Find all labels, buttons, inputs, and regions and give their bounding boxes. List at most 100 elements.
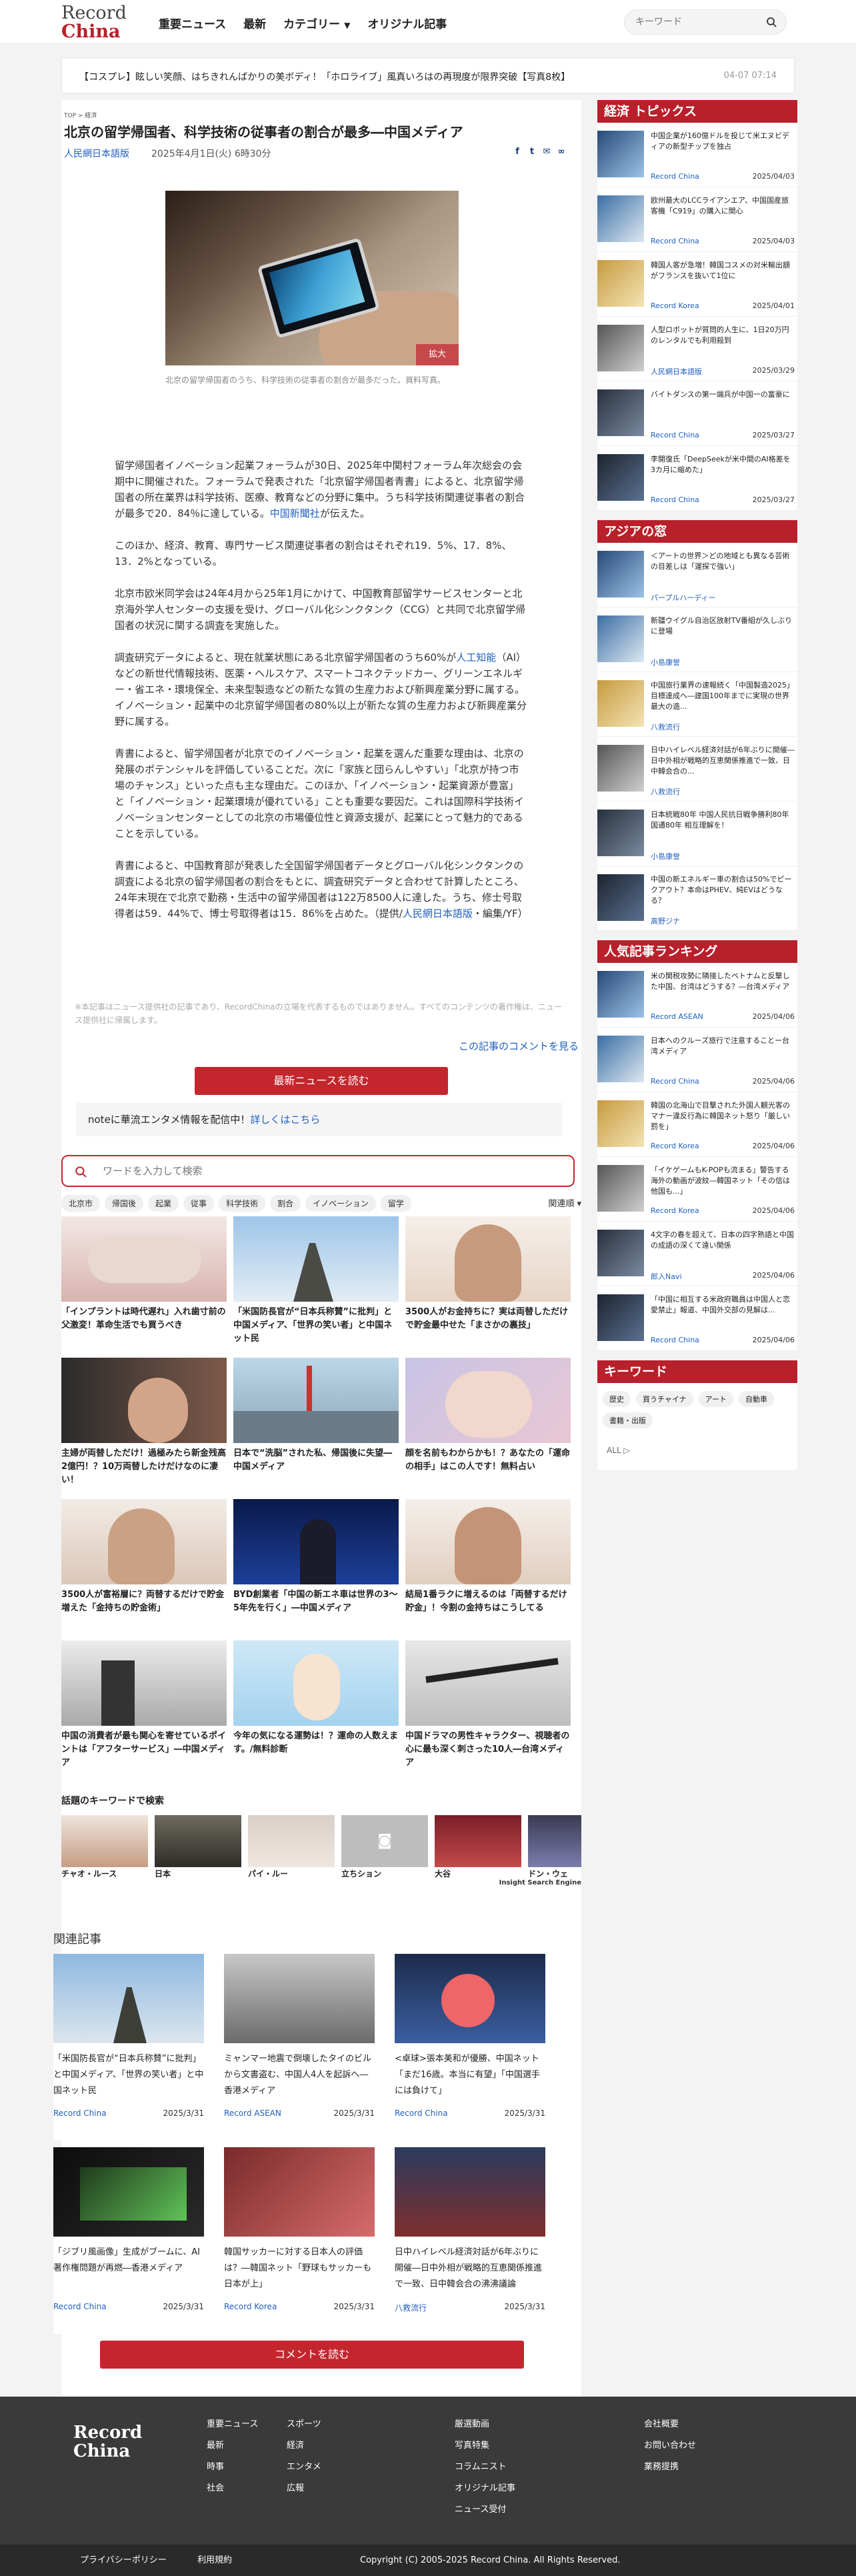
nav-original[interactable]: オリジナル記事 xyxy=(367,15,447,31)
header-search-input[interactable] xyxy=(625,10,751,34)
sidebar-item[interactable]: ＜アートの世界＞どの地域とも異なる芸術の目差しは「運探で強い」 パープルハーディー xyxy=(597,543,797,607)
sidebar-item[interactable]: 中国の新エネルギー車の割合は50%でピークアウト？本命はPHEV、純EVはどうな… xyxy=(597,866,797,931)
facebook-icon[interactable]: f xyxy=(512,147,523,157)
keyword-all-link[interactable]: ALL ▷ xyxy=(607,1446,630,1455)
related-card[interactable]: 韓国サッカーに対する日本人の評価は？―韓国ネット「野球もサッカーも日本が上」 Re… xyxy=(224,2147,375,2334)
source-link[interactable]: 中国新聞社 xyxy=(270,507,320,519)
widget-search-input[interactable] xyxy=(63,1156,529,1186)
source-link[interactable]: 人民網日本語版 xyxy=(403,908,473,920)
footer-link[interactable]: 広報 xyxy=(287,2478,321,2499)
sidebar-item[interactable]: 韓国人客が急増！韓国コスメの対米輸出額がフランスを抜いて1位に Record Ko… xyxy=(597,252,797,317)
tag[interactable]: 割合 xyxy=(270,1195,301,1212)
sidebar-source[interactable]: 人民網日本語版 xyxy=(651,366,702,377)
sidebar-item[interactable]: 欧州最大のLCCライアンエア、中国国産旅客機「C919」の購入に関心 Record… xyxy=(597,187,797,252)
footer-logo[interactable]: Record China xyxy=(73,2423,142,2461)
sidebar-item[interactable]: バイトダンスの第一端兵が中国一の富豪に Record China 2025/03/2… xyxy=(597,381,797,446)
keyword-card[interactable]: チャオ・ルース xyxy=(61,1815,148,1878)
read-latest-button[interactable]: 最新ニュースを読む xyxy=(195,1067,448,1095)
footer-link[interactable]: 時事 xyxy=(207,2457,258,2478)
sort-dropdown[interactable]: 関連順 ▾ xyxy=(548,1196,581,1209)
sidebar-source[interactable]: Record China xyxy=(651,1336,699,1344)
footer-link[interactable]: スポーツ xyxy=(287,2414,321,2435)
footer-link[interactable]: エンタメ xyxy=(287,2457,321,2478)
sidebar-source[interactable]: Record China xyxy=(651,1077,699,1086)
read-comments-button[interactable]: コメントを読む xyxy=(100,2341,524,2369)
sidebar-item[interactable]: 日本へのクルーズ旅行で注意することー台湾メディア Record China 2025… xyxy=(597,1028,797,1092)
article-photo[interactable]: 拡大 xyxy=(165,191,459,365)
sidebar-source[interactable]: 八救流行 xyxy=(651,722,680,732)
comments-link[interactable]: この記事のコメントを見る xyxy=(459,1039,579,1053)
sidebar-item[interactable]: 人型ロボットが質問的人生に、1日20万円のレンタルでも利用殺到 人民網日本語版 20… xyxy=(597,317,797,381)
sidebar-keyword[interactable]: 自動車 xyxy=(739,1391,775,1407)
related-card[interactable]: ミャンマー地震で倒壊したタイのビルから文書盗む、中国人4人を起訴へ―香港メディア… xyxy=(224,1954,375,2141)
sidebar-source[interactable]: Record China xyxy=(651,495,699,504)
note-link[interactable]: 詳しくはこちら xyxy=(250,1114,320,1126)
footer-link[interactable]: ニュース受付 xyxy=(455,2499,515,2521)
widget-card[interactable]: 今年の気になる運勢は！？運命の人数えます。/無料診断 xyxy=(233,1640,399,1782)
widget-card[interactable]: 3500人がお金持ちに？実は両替しただけで貯金最中せた「まさかの裏技」 xyxy=(405,1216,571,1358)
sidebar-source[interactable]: Record Korea xyxy=(651,1206,699,1215)
sidebar-keyword[interactable]: 買うチャイナ xyxy=(636,1391,693,1407)
footer-link[interactable]: オリジナル記事 xyxy=(455,2478,515,2499)
search-icon[interactable] xyxy=(766,17,777,27)
widget-card[interactable]: 日本で“洗脳”された私、帰国後に失望―中国メディア xyxy=(233,1358,399,1499)
article-source[interactable]: 人民網日本語版 xyxy=(64,147,129,160)
sidebar-keyword[interactable]: 歴史 xyxy=(603,1391,631,1407)
sidebar-item[interactable]: 米の関税攻勢に隣接したベトナムと反撃した中国、台湾はどうする？―台湾メディア Re… xyxy=(597,963,797,1028)
sidebar-item[interactable]: 「中国に相互する米政府職員は中国人と恋愛禁止」報道、中国外交部の見解は... Re… xyxy=(597,1286,797,1351)
terms-link[interactable]: 利用規約 xyxy=(197,2545,232,2576)
sidebar-source[interactable]: 八救流行 xyxy=(651,786,680,797)
related-source[interactable]: Record China xyxy=(53,2302,107,2311)
footer-link[interactable]: 経済 xyxy=(287,2435,321,2457)
tag[interactable]: 帰国後 xyxy=(105,1195,144,1212)
sidebar-item[interactable]: 4文字の春を超えて、日本の四字熟語と中国の成語の深くて遠い関係 郎入Navi 202… xyxy=(597,1222,797,1286)
tag[interactable]: 起業 xyxy=(148,1195,179,1212)
link-icon[interactable]: ∞ xyxy=(556,147,567,157)
keyword-card[interactable]: 大谷 xyxy=(435,1815,521,1878)
related-source[interactable]: Record China xyxy=(395,2109,448,2118)
sidebar-keyword[interactable]: 書籍・出版 xyxy=(603,1412,653,1428)
footer-link[interactable]: 写真特集 xyxy=(455,2435,515,2457)
widget-card[interactable]: 顔を名前もわからかも！？あなたの「運命の相手」はこの人です！無料占い xyxy=(405,1358,571,1499)
widget-card[interactable]: 中国の消費者が最も関心を寄せているポイントは「アフターサービス」―中国メディア xyxy=(61,1640,227,1782)
sidebar-source[interactable]: 高野ジナ xyxy=(651,916,680,926)
footer-link[interactable]: 社会 xyxy=(207,2478,258,2499)
nav-category[interactable]: カテゴリー ▼ xyxy=(283,15,350,31)
sidebar-source[interactable]: 郎入Navi xyxy=(651,1271,682,1282)
twitter-icon[interactable]: t xyxy=(527,147,537,157)
keyword-card[interactable]: ドン・ウェ xyxy=(528,1815,581,1878)
keyword-card[interactable]: パイ・ルー xyxy=(248,1815,335,1878)
sidebar-item[interactable]: 中国企業が160億ドルを投じて米エヌビディアの新型チップを独占 Record Ch… xyxy=(597,123,797,187)
privacy-link[interactable]: プライバシーポリシー xyxy=(80,2545,167,2576)
ticker-text[interactable]: 【コスプレ】眩しい笑顔、はちきれんばかりの美ボディ！「ホロライブ」風真いろはの再… xyxy=(79,70,666,83)
sidebar-source[interactable]: 小島康誉 xyxy=(651,851,680,862)
tag[interactable]: イノベーション xyxy=(305,1195,376,1212)
widget-card[interactable]: 「米国防長官が“日本兵称賛”に批判」と中国メディア、「世界の笑い者」と中国ネット… xyxy=(233,1216,399,1358)
footer-link[interactable]: 厳選動画 xyxy=(455,2414,515,2435)
widget-card[interactable]: 主婦が両替しただけ！過極みたら新金残高2億円！？10万両替したけだけなのに凄い！ xyxy=(61,1358,227,1499)
footer-link[interactable]: 最新 xyxy=(207,2435,258,2457)
footer-link[interactable]: 会社概要 xyxy=(644,2414,696,2435)
sidebar-item[interactable]: 中国旅行業界の速報続く「中国製造2025」目標達成へ―建国100年までに実現の世… xyxy=(597,672,797,737)
keyword-card[interactable]: ◙ 立ちション xyxy=(341,1815,428,1878)
sidebar-source[interactable]: パープルハーディー xyxy=(651,592,716,603)
related-source[interactable]: Record ASEAN xyxy=(224,2109,281,2118)
sidebar-item[interactable]: 韓国の北海山で目撃された外国人観光客のマナー違反行為に韓国ネット怒り「厳しい罰を… xyxy=(597,1092,797,1157)
widget-card[interactable]: 中国ドラマの男性キャラクター、視聴者の心に最も深く刺さった10人―台湾メディア xyxy=(405,1640,571,1782)
related-source[interactable]: Record Korea xyxy=(224,2302,277,2311)
sidebar-source[interactable]: Record Korea xyxy=(651,1142,699,1150)
keyword-link[interactable]: 人工知能 xyxy=(456,652,496,664)
sidebar-item[interactable]: 新疆ウイグル自治区放射TV番組が久しぶりに登場 小島康誉 xyxy=(597,607,797,672)
sidebar-source[interactable]: Record Korea xyxy=(651,301,699,310)
tag[interactable]: 従事 xyxy=(183,1195,215,1212)
sidebar-source[interactable]: Record ASEAN xyxy=(651,1012,703,1021)
tag[interactable]: 科学技術 xyxy=(219,1195,266,1212)
related-source[interactable]: 八救流行 xyxy=(395,2302,427,2313)
widget-card[interactable]: 「インプラントは時代遅れ」入れ歯寸前の父激変！革命生活でも買うべき xyxy=(61,1216,227,1358)
nav-important[interactable]: 重要ニュース xyxy=(159,15,226,31)
sidebar-item[interactable]: 李開復氏「DeepSeekが米中間のAI格差を3カ月に縮めた」 Record Ch… xyxy=(597,446,797,511)
breadcrumb[interactable]: TOP > 経済 xyxy=(64,111,97,119)
sidebar-keyword[interactable]: アート xyxy=(698,1391,734,1407)
related-card[interactable]: 「米国防長官が“日本兵称賛”に批判」と中国メディア、「世界の笑い者」と中国ネット… xyxy=(53,1954,204,2141)
nav-latest[interactable]: 最新 xyxy=(243,15,266,31)
